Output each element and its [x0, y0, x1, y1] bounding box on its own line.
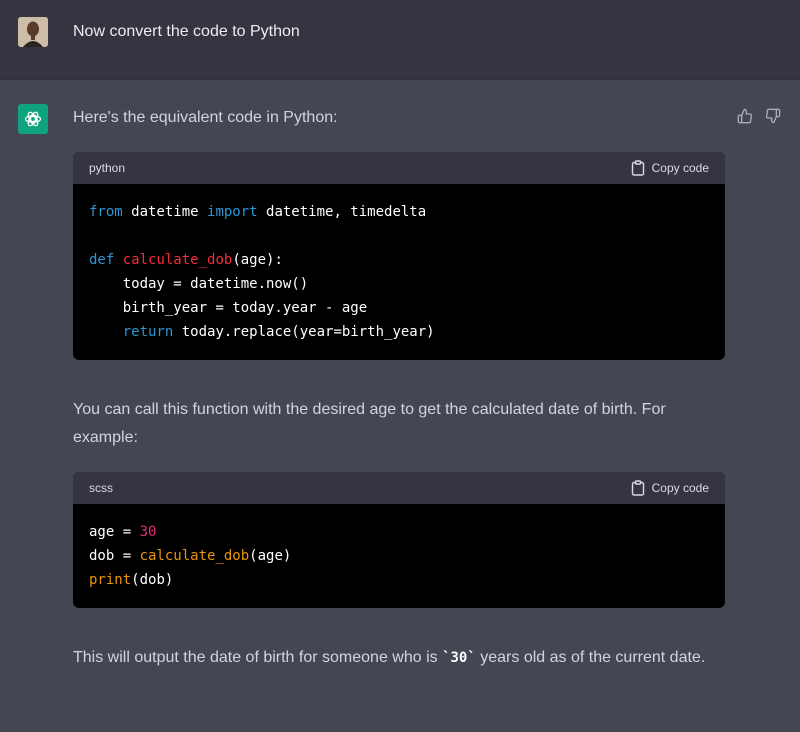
openai-logo-icon	[18, 104, 48, 134]
copy-code-label: Copy code	[651, 481, 709, 495]
code-block-scss: scss Copy code age = 30 dob = calculate_d…	[73, 472, 725, 608]
thumbs-down-icon[interactable]	[763, 106, 783, 126]
assistant-explanation-text: You can call this function with the desi…	[73, 401, 666, 446]
user-message-row: Now convert the code to Python	[0, 0, 800, 80]
clipboard-icon	[631, 160, 644, 176]
code-line: today = datetime.now()	[89, 276, 309, 292]
assistant-message-row: Here's the equivalent code in Python: py…	[0, 80, 800, 732]
code-content: age = 30 dob = calculate_dob(age) print(do…	[73, 504, 725, 608]
code-line: def calculate_dob(age):	[89, 252, 283, 268]
code-line: return today.replace(year=birth_year)	[122, 324, 435, 340]
code-line: print(dob)	[89, 572, 174, 588]
code-content: from datetime import datetime, timedelta…	[73, 184, 725, 360]
inline-code: `30`	[442, 650, 476, 666]
code-block-python: python Copy code from datetime import da…	[73, 152, 725, 360]
copy-code-button[interactable]: Copy code	[631, 160, 709, 176]
user-avatar	[18, 17, 48, 47]
code-line: dob = calculate_dob(age)	[89, 548, 292, 564]
code-line: age = 30	[89, 524, 157, 540]
clipboard-icon	[631, 480, 644, 496]
code-line: from datetime import datetime, timedelta	[89, 204, 427, 220]
copy-code-button[interactable]: Copy code	[631, 480, 709, 496]
thumbs-up-icon[interactable]	[735, 106, 755, 126]
code-line: birth_year = today.year - age	[89, 300, 368, 316]
assistant-conclusion-text: This will output the date of birth for s…	[73, 649, 706, 666]
copy-code-label: Copy code	[651, 161, 709, 175]
code-language-label: scss	[89, 481, 113, 495]
code-language-label: python	[89, 161, 126, 175]
assistant-intro-text: Here's the equivalent code in Python:	[73, 109, 338, 126]
user-message-text: Now convert the code to Python	[73, 23, 300, 40]
code-block-header: scss Copy code	[73, 472, 725, 504]
code-block-header: python Copy code	[73, 152, 725, 184]
